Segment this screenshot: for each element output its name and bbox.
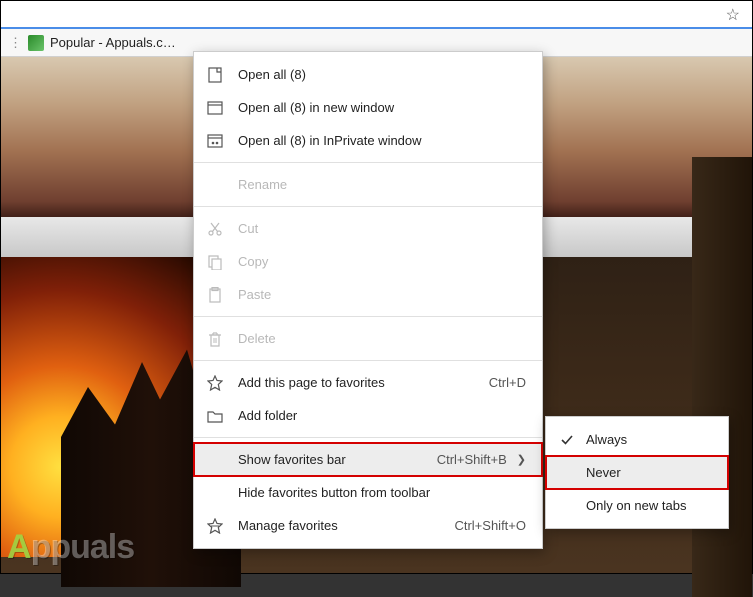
menu-separator [194,316,542,317]
menu-copy: Copy [194,245,542,278]
menu-rename: Rename [194,168,542,201]
menu-separator [194,162,542,163]
menu-separator [194,360,542,361]
menu-label: Open all (8) [238,67,526,82]
submenu-label: Always [586,432,627,447]
menu-cut: Cut [194,212,542,245]
favorite-star-icon[interactable]: ☆ [726,5,740,25]
menu-separator [194,206,542,207]
menu-label: Manage favorites [238,518,454,533]
menu-separator [194,437,542,438]
watermark-text: Appuals [7,528,134,567]
bookmark-item-label[interactable]: Popular - Appuals.c… [50,35,176,50]
blank-icon [206,484,224,502]
window-icon [206,99,224,117]
menu-shortcut: Ctrl+D [489,375,526,390]
star-icon [206,374,224,392]
menu-paste: Paste [194,278,542,311]
menu-label: Open all (8) in new window [238,100,526,115]
menu-label: Show favorites bar [238,452,437,467]
submenu-only-new-tabs[interactable]: Only on new tabs [546,489,728,522]
menu-open-all-inprivate[interactable]: Open all (8) in InPrivate window [194,124,542,157]
menu-shortcut: Ctrl+Shift+O [454,518,526,533]
submenu-always[interactable]: Always [546,423,728,456]
menu-add-folder[interactable]: Add folder [194,399,542,432]
menu-shortcut: Ctrl+Shift+B [437,452,507,467]
blank-icon [206,451,224,469]
menu-label: Add folder [238,408,526,423]
submenu-label: Never [586,465,621,480]
context-menu: Open all (8) Open all (8) in new window … [193,51,543,549]
menu-label: Delete [238,331,526,346]
copy-icon [206,253,224,271]
menu-label: Copy [238,254,526,269]
bookmarks-overflow-icon[interactable]: ⋮ [9,35,22,51]
inprivate-window-icon [206,132,224,150]
menu-label: Hide favorites button from toolbar [238,485,526,500]
menu-label: Add this page to favorites [238,375,489,390]
menu-label: Rename [238,177,526,192]
menu-add-page-to-favorites[interactable]: Add this page to favorites Ctrl+D [194,366,542,399]
menu-hide-favorites-button[interactable]: Hide favorites button from toolbar [194,476,542,509]
folder-icon [206,407,224,425]
browser-toolbar: ☆ [1,1,752,29]
menu-label: Cut [238,221,526,236]
star-settings-icon [206,517,224,535]
menu-open-all-new-window[interactable]: Open all (8) in new window [194,91,542,124]
menu-manage-favorites[interactable]: Manage favorites Ctrl+Shift+O [194,509,542,542]
bookmark-favicon [28,35,44,51]
blank-icon [206,176,224,194]
menu-label: Paste [238,287,526,302]
document-icon [206,66,224,84]
menu-show-favorites-bar[interactable]: Show favorites bar Ctrl+Shift+B ❯ [194,443,542,476]
clipboard-icon [206,286,224,304]
chevron-right-icon: ❯ [517,453,526,466]
check-icon [558,433,576,447]
trash-icon [206,330,224,348]
menu-label: Open all (8) in InPrivate window [238,133,526,148]
menu-open-all[interactable]: Open all (8) [194,58,542,91]
menu-delete: Delete [194,322,542,355]
scissors-icon [206,220,224,238]
submenu-show-favorites-bar: Always Never Only on new tabs [545,416,729,529]
submenu-never[interactable]: Never [546,456,728,489]
submenu-label: Only on new tabs [586,498,686,513]
